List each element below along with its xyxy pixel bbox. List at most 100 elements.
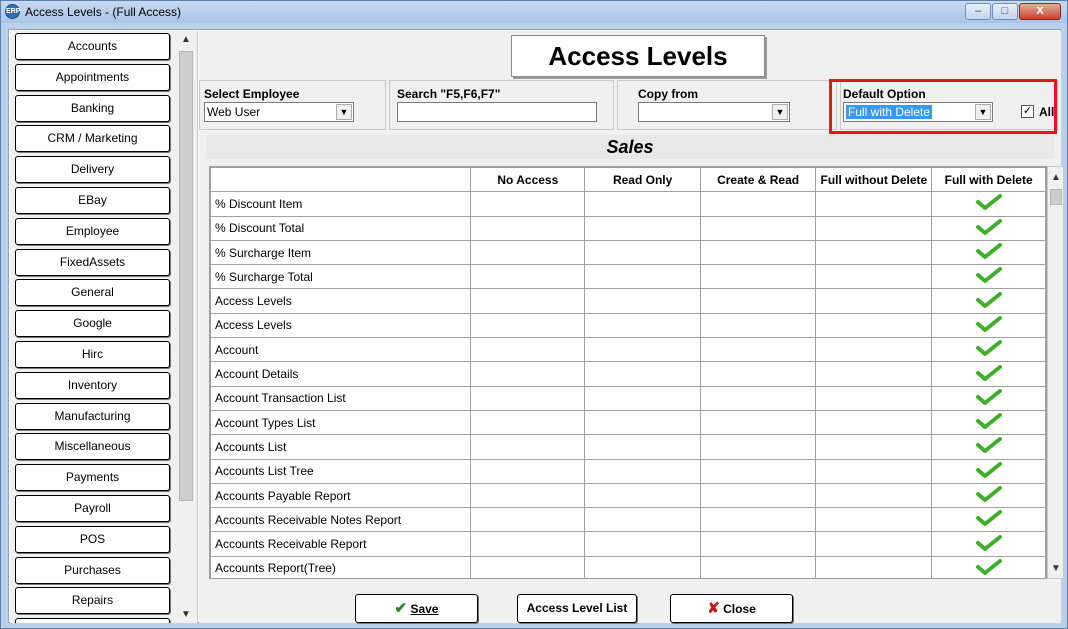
permission-cell[interactable] (699, 555, 817, 578)
permission-cell[interactable] (815, 264, 933, 290)
table-row[interactable]: % Surcharge Item (210, 239, 1046, 266)
chevron-down-icon[interactable]: ▼ (772, 104, 788, 120)
table-row[interactable]: Access Levels (210, 312, 1046, 339)
permission-cell[interactable] (470, 337, 586, 363)
permission-cell[interactable] (470, 239, 586, 266)
sidebar-item-pos[interactable]: POS (15, 525, 170, 553)
permission-cell[interactable] (584, 482, 701, 509)
sidebar-item-delivery[interactable]: Delivery (15, 156, 170, 184)
permission-cell[interactable] (470, 507, 586, 533)
maximize-button[interactable]: □ (992, 3, 1018, 20)
table-row[interactable]: % Discount Total (210, 215, 1046, 241)
permission-cell[interactable] (815, 482, 933, 509)
permission-cell[interactable] (699, 215, 817, 241)
table-row[interactable]: Account Transaction List (210, 385, 1046, 411)
sidebar-item-ebay[interactable]: EBay (15, 187, 170, 214)
sidebar-item-manufacturing[interactable]: Manufacturing (15, 402, 170, 430)
scroll-up-icon[interactable]: ▲ (1048, 169, 1064, 186)
permission-cell[interactable] (931, 531, 1046, 557)
permission-cell[interactable] (931, 288, 1046, 314)
permission-cell[interactable] (931, 239, 1046, 266)
permission-cell[interactable] (470, 555, 586, 578)
access-level-list-button[interactable]: Access Level List (517, 594, 637, 623)
sidebar-item-banking[interactable]: Banking (15, 94, 170, 122)
permission-cell[interactable] (584, 312, 701, 339)
permission-cell[interactable] (584, 361, 701, 387)
permission-cell[interactable] (815, 361, 933, 387)
permission-cell[interactable] (584, 215, 701, 241)
permission-cell[interactable] (699, 239, 817, 266)
permission-cell[interactable] (470, 434, 586, 460)
permission-cell[interactable] (815, 215, 933, 241)
sidebar-item-general[interactable]: General (15, 279, 170, 307)
scroll-up-icon[interactable]: ▲ (177, 31, 195, 48)
permission-cell[interactable] (470, 361, 586, 387)
close-window-button[interactable]: X (1019, 3, 1061, 20)
permission-cell[interactable] (470, 409, 586, 436)
permission-cell[interactable] (815, 239, 933, 266)
permission-cell[interactable] (931, 409, 1046, 436)
permission-cell[interactable] (470, 531, 586, 557)
sidebar-item-sales[interactable]: Sales (15, 618, 170, 623)
sidebar-item-google[interactable]: Google (15, 310, 170, 338)
sidebar-item-accounts[interactable]: Accounts (15, 33, 170, 60)
search-input[interactable] (397, 102, 597, 122)
permission-cell[interactable] (584, 434, 701, 460)
copy-from-select[interactable]: ▼ (638, 102, 790, 122)
table-row[interactable]: Accounts Report(Tree) (210, 555, 1046, 578)
permission-cell[interactable] (470, 191, 586, 217)
permission-cell[interactable] (931, 264, 1046, 290)
permission-cell[interactable] (584, 409, 701, 436)
permission-cell[interactable] (815, 409, 933, 436)
save-button[interactable]: ✔ Save (355, 594, 478, 623)
permission-cell[interactable] (931, 482, 1046, 509)
sidebar-item-payroll[interactable]: Payroll (15, 495, 170, 522)
permission-cell[interactable] (815, 191, 933, 217)
permission-cell[interactable] (470, 215, 586, 241)
table-row[interactable]: Account (210, 337, 1046, 363)
permission-cell[interactable] (815, 531, 933, 557)
permission-cell[interactable] (470, 288, 586, 314)
permission-cell[interactable] (699, 191, 817, 217)
permission-cell[interactable] (470, 458, 586, 484)
permission-cell[interactable] (584, 288, 701, 314)
permission-cell[interactable] (815, 434, 933, 460)
sidebar-item-purchases[interactable]: Purchases (15, 556, 170, 584)
table-scrollbar[interactable]: ▲ ▼ (1047, 166, 1064, 579)
sidebar-item-payments[interactable]: Payments (15, 464, 170, 492)
permission-cell[interactable] (699, 288, 817, 314)
permission-cell[interactable] (584, 264, 701, 290)
table-row[interactable]: Accounts List (210, 434, 1046, 460)
permission-cell[interactable] (815, 555, 933, 578)
table-scroll-thumb[interactable] (1050, 189, 1062, 205)
close-button[interactable]: ✘ Close (670, 594, 793, 623)
permission-cell[interactable] (584, 507, 701, 533)
permission-cell[interactable] (931, 555, 1046, 578)
permission-cell[interactable] (584, 191, 701, 217)
table-row[interactable]: Accounts Receivable Notes Report (210, 507, 1046, 533)
sidebar-item-hirc[interactable]: Hirc (15, 341, 170, 368)
permission-cell[interactable] (584, 531, 701, 557)
permission-cell[interactable] (584, 385, 701, 411)
permission-cell[interactable] (815, 385, 933, 411)
employee-select[interactable]: Web User ▼ (204, 102, 354, 122)
permission-cell[interactable] (470, 264, 586, 290)
permission-cell[interactable] (931, 458, 1046, 484)
permission-cell[interactable] (470, 385, 586, 411)
permission-cell[interactable] (699, 409, 817, 436)
chevron-down-icon[interactable]: ▼ (336, 104, 352, 120)
permission-cell[interactable] (470, 312, 586, 339)
table-row[interactable]: % Discount Item (210, 191, 1046, 217)
permission-cell[interactable] (931, 434, 1046, 460)
permission-cell[interactable] (815, 458, 933, 484)
permission-cell[interactable] (699, 482, 817, 509)
sidebar-item-crm-marketing[interactable]: CRM / Marketing (15, 125, 170, 153)
permission-cell[interactable] (584, 555, 701, 578)
permission-cell[interactable] (699, 434, 817, 460)
scroll-down-icon[interactable]: ▼ (177, 606, 195, 623)
sidebar-item-employee[interactable]: Employee (15, 217, 170, 245)
permission-cell[interactable] (584, 458, 701, 484)
permission-cell[interactable] (699, 507, 817, 533)
permission-cell[interactable] (815, 312, 933, 339)
sidebar-item-appointments[interactable]: Appointments (15, 63, 170, 91)
